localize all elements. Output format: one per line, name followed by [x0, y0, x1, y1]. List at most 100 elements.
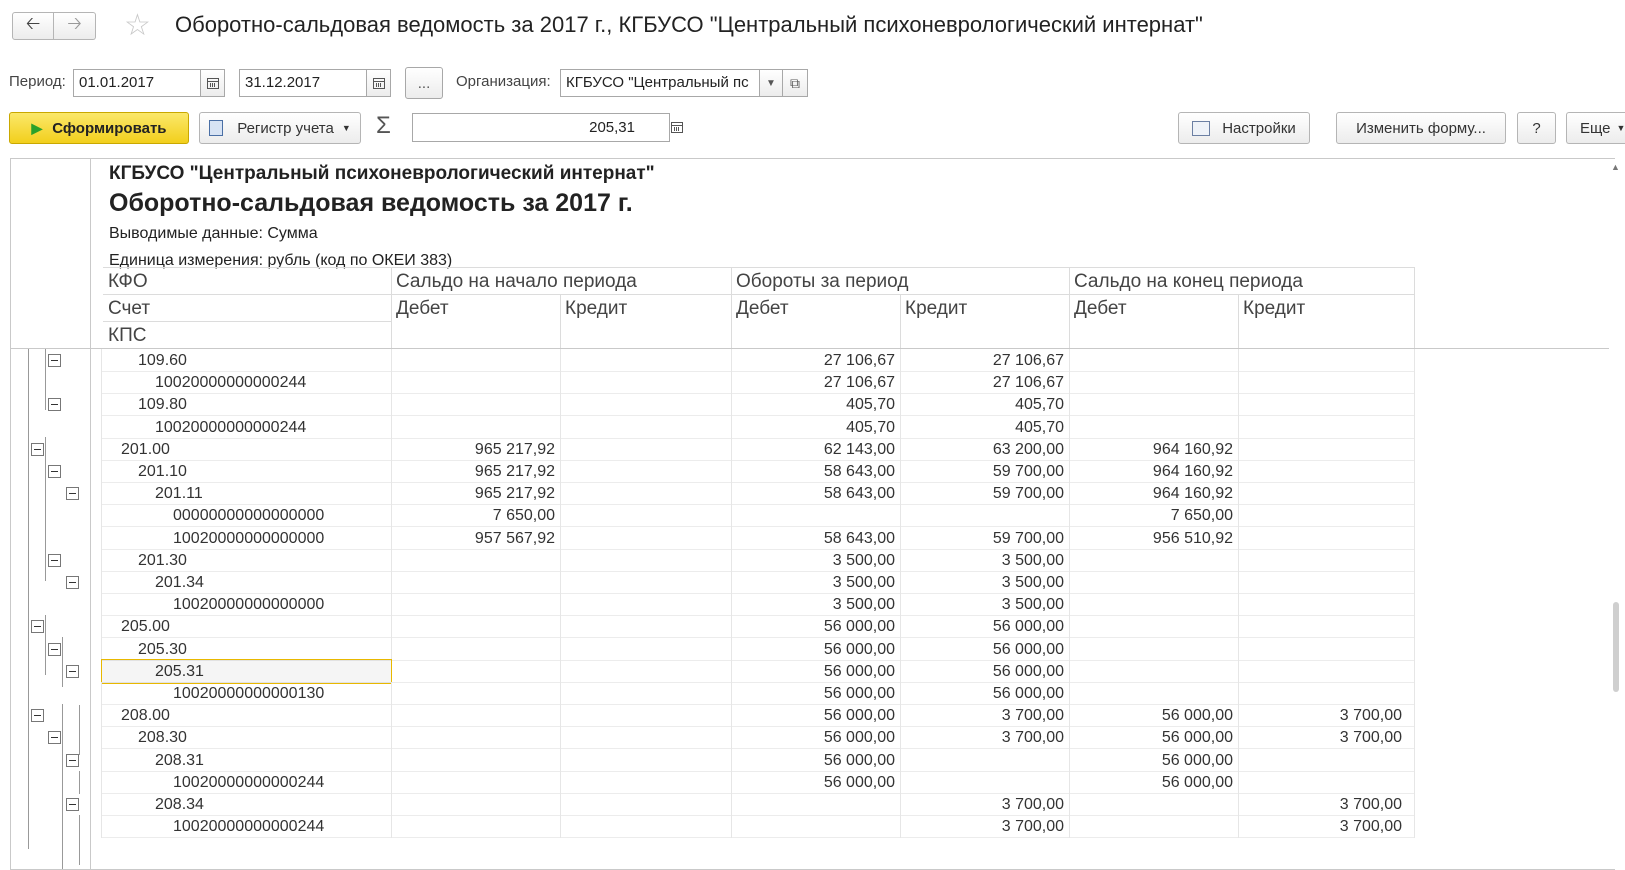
sum-field[interactable]: 205,31: [412, 113, 670, 142]
value-cell-closing-credit[interactable]: [1238, 438, 1407, 461]
value-cell-opening-debit[interactable]: 957 567,92: [391, 527, 560, 550]
value-cell-closing-debit[interactable]: 7 650,00: [1069, 504, 1238, 527]
value-cell-opening-credit[interactable]: [560, 527, 729, 550]
value-cell-opening-credit[interactable]: [560, 749, 729, 772]
value-cell-turnover-debit[interactable]: 56 000,00: [731, 638, 900, 661]
value-cell-turnover-credit[interactable]: [900, 749, 1069, 772]
table-row[interactable]: 10020000000000244 27 106,67 27 106,67: [11, 371, 1415, 395]
value-cell-turnover-credit[interactable]: 59 700,00: [900, 527, 1069, 550]
value-cell-opening-credit[interactable]: [560, 393, 729, 416]
value-cell-opening-debit[interactable]: [391, 815, 560, 838]
table-row[interactable]: 109.60 27 106,67 27 106,67: [11, 349, 1415, 372]
value-cell-closing-debit[interactable]: 56 000,00: [1069, 704, 1238, 727]
collapse-toggle-icon[interactable]: [48, 354, 61, 367]
value-cell-closing-debit[interactable]: 964 160,92: [1069, 482, 1238, 505]
value-cell-turnover-debit[interactable]: 27 106,67: [731, 349, 900, 372]
collapse-toggle-icon[interactable]: [31, 620, 44, 634]
value-cell-turnover-credit[interactable]: 3 700,00: [900, 815, 1069, 838]
value-cell-opening-debit[interactable]: 965 217,92: [391, 482, 560, 505]
value-cell-turnover-credit[interactable]: 56 000,00: [900, 660, 1069, 683]
account-cell[interactable]: 10020000000000244: [173, 815, 324, 838]
table-row[interactable]: 205.00 56 000,00 56 000,00: [11, 615, 1415, 639]
value-cell-closing-debit[interactable]: 956 510,92: [1069, 527, 1238, 550]
value-cell-closing-credit[interactable]: [1238, 549, 1407, 572]
value-cell-opening-credit[interactable]: [560, 638, 729, 661]
value-cell-closing-debit[interactable]: [1069, 393, 1238, 416]
value-cell-turnover-credit[interactable]: 56 000,00: [900, 682, 1069, 705]
table-row[interactable]: 201.11 965 217,92 58 643,00 59 700,00 964 16…: [11, 482, 1415, 506]
account-cell[interactable]: 10020000000000000: [173, 527, 324, 550]
value-cell-closing-credit[interactable]: [1238, 460, 1407, 483]
account-cell[interactable]: 201.34: [155, 571, 204, 594]
value-cell-opening-credit[interactable]: [560, 615, 729, 638]
value-cell-opening-debit[interactable]: 965 217,92: [391, 460, 560, 483]
value-cell-closing-credit[interactable]: [1238, 660, 1407, 683]
value-cell-turnover-debit[interactable]: 58 643,00: [731, 482, 900, 505]
table-row[interactable]: 208.34 3 700,00 3 700,00: [11, 793, 1415, 816]
value-cell-turnover-debit[interactable]: 56 000,00: [731, 749, 900, 772]
table-row[interactable]: 201.00 965 217,92 62 143,00 63 200,00 964 16…: [11, 437, 1415, 461]
value-cell-turnover-debit[interactable]: 56 000,00: [731, 682, 900, 705]
value-cell-turnover-debit[interactable]: 58 643,00: [731, 460, 900, 483]
value-cell-turnover-credit[interactable]: 27 106,67: [900, 349, 1069, 372]
date-to-field[interactable]: 31.12.2017: [239, 69, 367, 97]
value-cell-turnover-debit[interactable]: [731, 504, 900, 527]
table-row[interactable]: 10020000000000130 56 000,00 56 000,00: [11, 682, 1415, 705]
value-cell-opening-debit[interactable]: [391, 660, 560, 683]
value-cell-closing-credit[interactable]: [1238, 593, 1407, 616]
value-cell-closing-debit[interactable]: [1069, 638, 1238, 661]
value-cell-opening-credit[interactable]: [560, 349, 729, 372]
value-cell-closing-debit[interactable]: [1069, 416, 1238, 439]
account-cell[interactable]: 205.00: [121, 615, 170, 638]
table-row[interactable]: 201.34 3 500,00 3 500,00: [11, 571, 1415, 594]
value-cell-closing-debit[interactable]: [1069, 549, 1238, 572]
value-cell-turnover-debit[interactable]: 3 500,00: [731, 571, 900, 594]
value-cell-closing-debit[interactable]: [1069, 593, 1238, 616]
value-cell-closing-credit[interactable]: [1238, 527, 1407, 550]
value-cell-opening-debit[interactable]: [391, 349, 560, 372]
value-cell-opening-debit[interactable]: [391, 571, 560, 594]
value-cell-opening-credit[interactable]: [560, 482, 729, 505]
collapse-toggle-icon[interactable]: [31, 442, 44, 456]
value-cell-closing-credit[interactable]: [1238, 416, 1407, 439]
settings-button[interactable]: Настройки: [1178, 112, 1310, 144]
collapse-toggle-icon[interactable]: [48, 553, 61, 567]
value-cell-closing-credit[interactable]: 3 700,00: [1238, 815, 1407, 838]
value-cell-closing-debit[interactable]: [1069, 660, 1238, 683]
accounting-register-button[interactable]: Регистр учета ▼: [199, 112, 361, 144]
table-row[interactable]: 201.10 965 217,92 58 643,00 59 700,00 964 16…: [11, 460, 1415, 483]
value-cell-opening-debit[interactable]: [391, 638, 560, 661]
value-cell-turnover-debit[interactable]: 56 000,00: [731, 726, 900, 749]
value-cell-opening-debit[interactable]: [391, 793, 560, 816]
value-cell-closing-credit[interactable]: [1238, 371, 1407, 394]
collapse-toggle-icon[interactable]: [48, 465, 61, 478]
table-row[interactable]: 201.30 3 500,00 3 500,00: [11, 548, 1415, 572]
value-cell-opening-debit[interactable]: [391, 704, 560, 727]
value-cell-closing-credit[interactable]: [1238, 504, 1407, 527]
vertical-scrollbar[interactable]: ▲: [1609, 162, 1623, 862]
value-cell-turnover-credit[interactable]: 27 106,67: [900, 371, 1069, 394]
value-cell-turnover-credit[interactable]: 3 700,00: [900, 793, 1069, 816]
value-cell-opening-credit[interactable]: [560, 438, 729, 461]
date-to-calendar-button[interactable]: [366, 69, 391, 97]
change-form-button[interactable]: Изменить форму...: [1336, 112, 1506, 144]
value-cell-closing-credit[interactable]: 3 700,00: [1238, 726, 1407, 749]
forward-button[interactable]: 🡢: [54, 12, 96, 40]
back-button[interactable]: 🡠: [12, 12, 54, 40]
table-row[interactable]: 205.31 56 000,00 56 000,00: [11, 658, 1415, 684]
period-choose-button[interactable]: ...: [405, 67, 443, 99]
account-cell[interactable]: 208.31: [155, 749, 204, 772]
value-cell-turnover-credit[interactable]: [900, 771, 1069, 794]
value-cell-turnover-debit[interactable]: 62 143,00: [731, 438, 900, 461]
value-cell-turnover-credit[interactable]: 405,70: [900, 393, 1069, 416]
value-cell-closing-debit[interactable]: 56 000,00: [1069, 726, 1238, 749]
account-cell[interactable]: 109.60: [138, 349, 187, 372]
table-row[interactable]: 10020000000000244 56 000,00 56 000,00: [11, 770, 1415, 794]
value-cell-opening-credit[interactable]: [560, 660, 729, 683]
value-cell-opening-credit[interactable]: [560, 371, 729, 394]
value-cell-opening-credit[interactable]: [560, 793, 729, 816]
value-cell-closing-credit[interactable]: [1238, 482, 1407, 505]
organization-open-button[interactable]: ⧉: [782, 69, 808, 97]
date-from-field[interactable]: 01.01.2017: [73, 69, 201, 97]
value-cell-turnover-credit[interactable]: 59 700,00: [900, 460, 1069, 483]
